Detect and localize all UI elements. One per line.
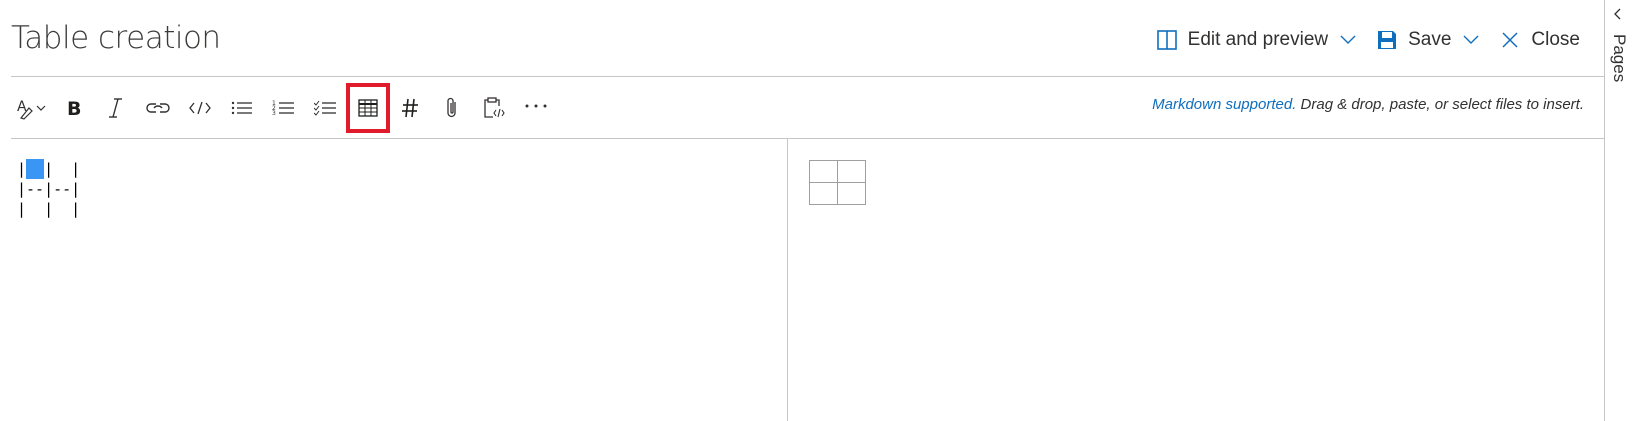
table-row	[809, 182, 866, 205]
more-options-button[interactable]	[515, 86, 557, 130]
chevron-down-icon[interactable]	[1461, 30, 1481, 50]
paperclip-icon	[447, 97, 456, 118]
svg-text:3: 3	[272, 110, 276, 117]
text-highlight-icon: A	[17, 99, 46, 120]
table-cell	[809, 160, 838, 183]
markdown-editor[interactable]: | | | |--|--| | | |	[11, 139, 787, 421]
markdown-supported-link[interactable]: Markdown supported.	[1152, 96, 1296, 113]
paste-code-button[interactable]	[473, 86, 515, 130]
text-selection-cursor	[26, 159, 44, 179]
link-button[interactable]	[137, 86, 179, 130]
code-icon	[189, 101, 211, 115]
editor-line-text: | | |	[17, 200, 81, 218]
wiki-editor: Table creation Edit and preview Save Clo…	[0, 0, 1604, 421]
numbered-list-icon: 1 2 3	[272, 100, 294, 117]
insert-table-button[interactable]	[346, 83, 390, 133]
table-cell	[837, 160, 866, 183]
editor-line-text: |--|--|	[17, 180, 81, 198]
split-view-icon	[1154, 27, 1180, 53]
header-actions: Edit and preview Save Close	[1154, 24, 1580, 56]
editor-content[interactable]: | | | |--|--| | | |	[17, 159, 80, 219]
italic-icon	[109, 98, 122, 118]
link-icon	[146, 103, 170, 113]
edit-and-preview-label: Edit and preview	[1187, 29, 1329, 50]
bold-button[interactable]: B	[53, 86, 95, 130]
code-button[interactable]	[179, 86, 221, 130]
bold-icon: B	[67, 98, 81, 120]
more-icon	[525, 104, 547, 108]
bulleted-list-button[interactable]	[221, 86, 263, 130]
task-list-button[interactable]	[305, 86, 347, 130]
text-format-button[interactable]: A	[11, 86, 53, 130]
edit-and-preview-button[interactable]: Edit and preview	[1154, 24, 1358, 56]
close-icon	[1497, 27, 1523, 53]
heading-button[interactable]	[389, 86, 431, 130]
chevron-down-icon	[1338, 30, 1358, 50]
table-cell	[809, 182, 838, 205]
save-label: Save	[1408, 29, 1452, 50]
table-icon	[358, 99, 378, 117]
attach-file-button[interactable]	[431, 86, 473, 130]
close-label: Close	[1531, 29, 1580, 50]
formatting-toolbar: A B 1 2 3	[11, 83, 557, 133]
clipboard-code-icon	[484, 97, 505, 118]
editor-line: | | |	[17, 199, 80, 219]
italic-button[interactable]	[95, 86, 137, 130]
close-button[interactable]: Close	[1497, 24, 1580, 56]
markdown-hint-text: Drag & drop, paste, or select files to i…	[1296, 96, 1584, 113]
markdown-hint: Markdown supported. Drag & drop, paste, …	[1152, 96, 1584, 113]
save-icon	[1374, 27, 1400, 53]
page-title[interactable]: Table creation	[11, 20, 221, 56]
svg-text:B: B	[67, 98, 81, 120]
preview-pane	[788, 139, 1604, 421]
editor-line: |--|--|	[17, 179, 80, 199]
table-cell	[837, 182, 866, 205]
pages-panel-toggle[interactable]: Pages	[1604, 0, 1632, 421]
header-divider	[11, 76, 1604, 77]
task-list-icon	[314, 100, 336, 116]
pages-label: Pages	[1610, 34, 1629, 83]
hashtag-icon	[402, 98, 418, 118]
table-row	[809, 160, 866, 183]
preview-table	[809, 160, 866, 205]
save-button[interactable]: Save	[1374, 24, 1481, 56]
bulleted-list-icon	[231, 101, 252, 115]
chevron-left-icon	[1614, 8, 1621, 20]
numbered-list-button[interactable]: 1 2 3	[263, 86, 305, 130]
